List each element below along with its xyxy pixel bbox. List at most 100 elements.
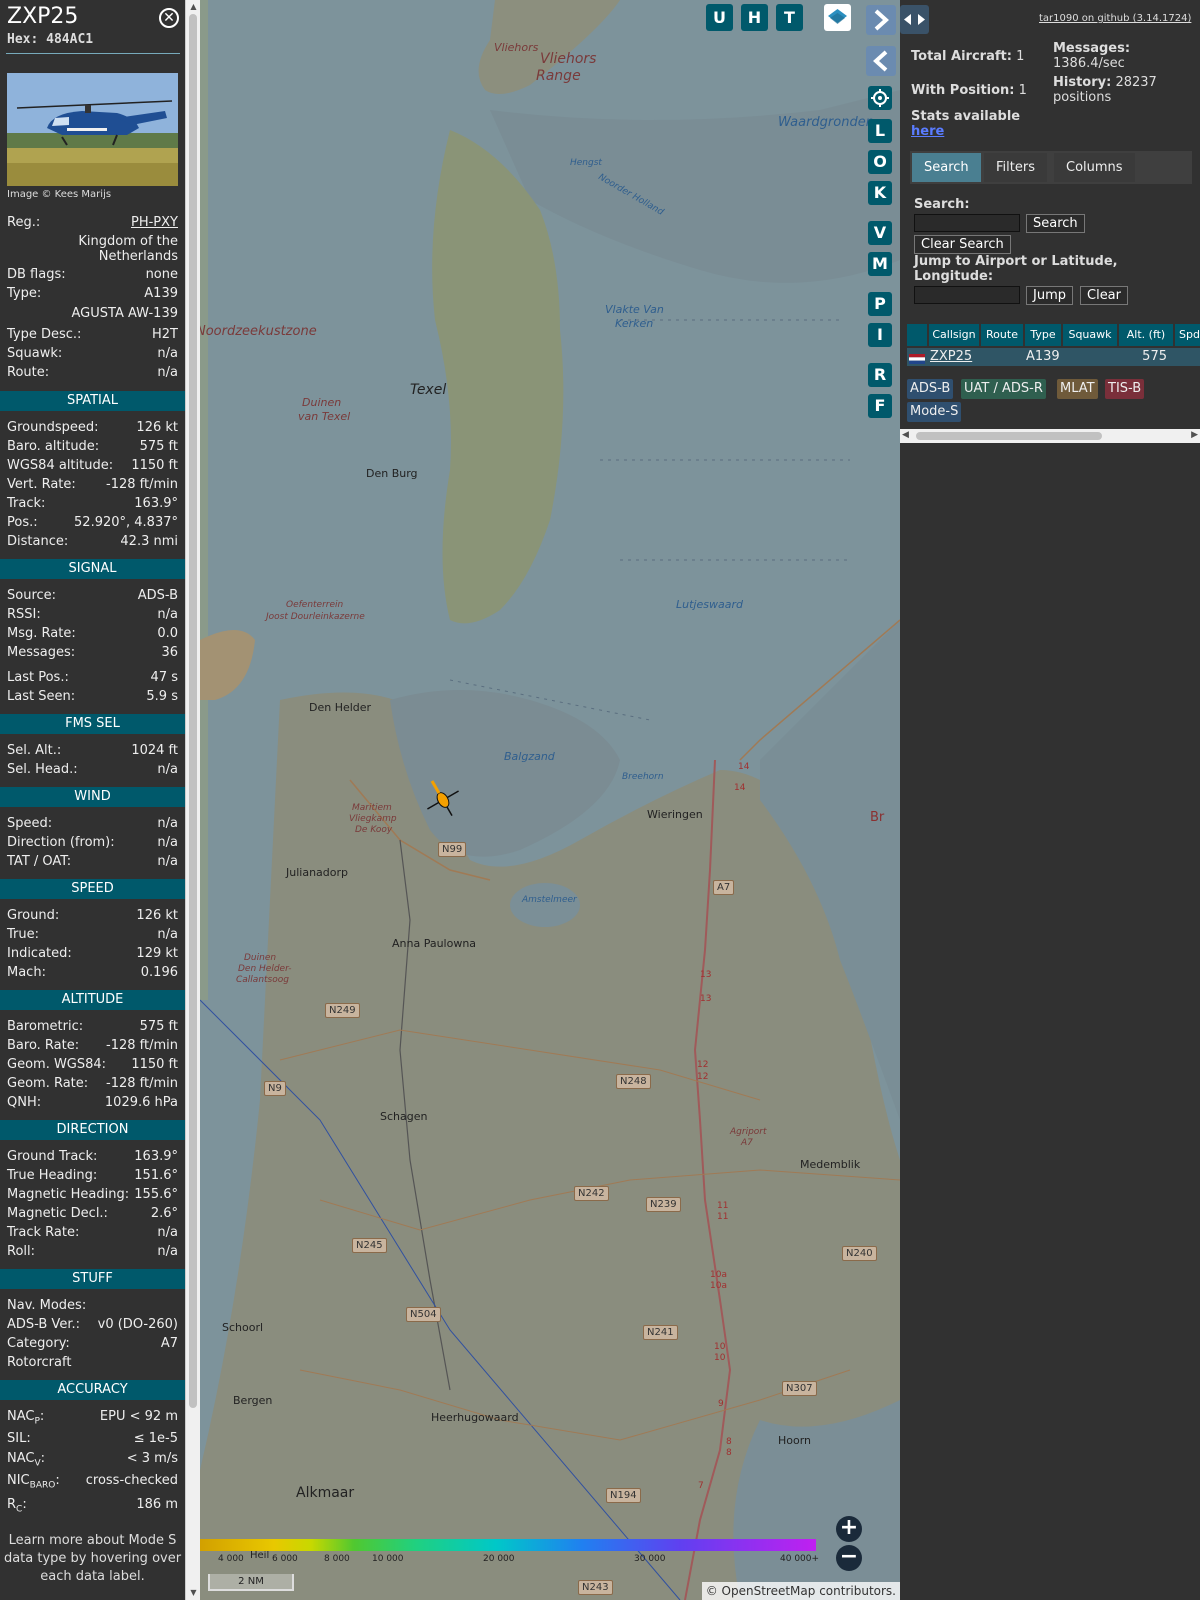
label-vliehors-range-1: Vliehors: [540, 51, 597, 67]
label-duinen-hd-1: Duinen: [244, 953, 277, 963]
map-btn-i[interactable]: I: [868, 323, 892, 347]
label-maritiem-1: Maritiem: [352, 803, 392, 813]
map-btn-t[interactable]: T: [776, 4, 803, 31]
col-callsign[interactable]: Callsign: [929, 324, 979, 346]
close-icon[interactable]: ✕: [159, 8, 179, 28]
ground-speed-label: Ground:: [7, 908, 60, 923]
true-heading-row: True Heading: 151.6°: [7, 1167, 178, 1185]
jump-button[interactable]: Jump: [1026, 286, 1073, 305]
stats-link[interactable]: here: [911, 124, 944, 139]
mach-label: Mach:: [7, 965, 46, 980]
label-medemblik: Medemblik: [800, 1158, 861, 1171]
map-btn-l[interactable]: L: [868, 119, 892, 143]
sidebar-scrollbar[interactable]: ▲ ▼: [185, 0, 200, 1600]
sil-label: SIL:: [7, 1431, 31, 1446]
nacv-row: NACV: < 3 m/s: [7, 1450, 178, 1469]
road-n241: N241: [643, 1325, 678, 1340]
chip-adsb[interactable]: ADS-B: [907, 379, 954, 399]
table-horizontal-scrollbar[interactable]: ◀ ▶: [900, 429, 1200, 443]
label-heil: Heil: [250, 1550, 270, 1561]
chip-uat[interactable]: UAT / ADS-R: [961, 379, 1046, 399]
label-heerhugowaard: Heerhugowaard: [431, 1411, 519, 1424]
category-row: Category: A7: [7, 1335, 178, 1353]
squawk-value: n/a: [157, 346, 178, 361]
mag-decl-row: Magnetic Decl.: 2.6°: [7, 1205, 178, 1223]
scroll-right-icon[interactable]: ▶: [1191, 430, 1198, 440]
scroll-left-icon[interactable]: ◀: [902, 430, 909, 440]
chevron-right-icon[interactable]: [866, 5, 896, 35]
label-lutjeswaard: Lutjeswaard: [676, 598, 743, 611]
table-row[interactable]: ZXP25 A139 575: [907, 348, 1200, 366]
label-duinen-hd-3: Callantsoog: [236, 975, 289, 985]
map-btn-v[interactable]: V: [868, 221, 892, 245]
col-flag[interactable]: [907, 324, 927, 346]
col-squawk[interactable]: Squawk: [1063, 324, 1117, 346]
label-wieringen: Wieringen: [647, 808, 703, 821]
row-callsign[interactable]: ZXP25: [930, 348, 972, 366]
col-type[interactable]: Type: [1025, 324, 1061, 346]
section-spatial: SPATIAL: [0, 391, 185, 411]
gear-icon[interactable]: [868, 86, 892, 110]
map-btn-r[interactable]: R: [868, 363, 892, 387]
attribution-prefix: ©: [705, 1584, 722, 1598]
attribution-link[interactable]: OpenStreetMap: [722, 1584, 816, 1598]
zoom-out-icon[interactable]: −: [836, 1545, 862, 1571]
geom-rate-label: Geom. Rate:: [7, 1076, 89, 1091]
section-signal: SIGNAL: [0, 559, 185, 579]
chip-modes[interactable]: Mode-S: [907, 402, 962, 422]
typedesc-value: H2T: [152, 327, 178, 342]
chip-mlat[interactable]: MLAT: [1057, 379, 1098, 399]
tab-filters[interactable]: Filters: [984, 153, 1047, 182]
map-btn-m[interactable]: M: [868, 252, 892, 276]
chevron-left-icon[interactable]: [866, 46, 896, 76]
map-btn-f[interactable]: F: [868, 394, 892, 418]
road-n504: N504: [406, 1307, 441, 1322]
sel-head-value: n/a: [157, 762, 178, 777]
stats-available: Stats available: [911, 109, 1021, 124]
layers-icon[interactable]: [824, 4, 851, 31]
col-route[interactable]: Route: [981, 324, 1023, 346]
nacv-label: NACV:: [7, 1451, 46, 1469]
aircraft-photo[interactable]: [7, 73, 178, 186]
map-btn-p[interactable]: P: [868, 292, 892, 316]
label-vlakte-2: Kerken: [615, 317, 654, 330]
table-scroll-thumb[interactable]: [916, 432, 1102, 440]
geom-label: Geom. WGS84:: [7, 1057, 107, 1072]
track-value: 163.9°: [134, 496, 178, 511]
road-n245: N245: [352, 1238, 387, 1253]
sidebar-scroll-thumb[interactable]: [189, 14, 197, 1408]
tab-columns[interactable]: Columns: [1054, 153, 1135, 182]
map-btn-u[interactable]: U: [706, 4, 733, 31]
github-link[interactable]: tar1090 on github (3.14.1724): [1039, 13, 1191, 24]
vert-rate-label: Vert. Rate:: [7, 477, 76, 492]
label-oefen-1: Oefenterrein: [286, 600, 344, 610]
indicated-speed-row: Indicated: 129 kt: [7, 945, 178, 963]
map-btn-o[interactable]: O: [868, 150, 892, 174]
zoom-in-icon[interactable]: +: [836, 1516, 862, 1542]
expand-arrows-icon[interactable]: [900, 5, 929, 34]
jump-input[interactable]: [914, 286, 1020, 304]
chip-tisb[interactable]: TIS-B: [1105, 379, 1145, 399]
col-alt[interactable]: Alt. (ft): [1119, 324, 1173, 346]
scroll-up-icon[interactable]: ▲: [189, 2, 198, 11]
row-alt: 575: [1142, 349, 1167, 364]
reg-link[interactable]: PH-PXY: [131, 214, 178, 232]
search-input[interactable]: [914, 214, 1020, 232]
hex-code: Hex: 484AC1: [7, 32, 93, 47]
road-a7: A7: [713, 880, 735, 895]
last-pos-label: Last Pos.:: [7, 670, 69, 685]
barometric-row: Barometric: 575 ft: [7, 1018, 178, 1036]
clear-button[interactable]: Clear: [1080, 286, 1128, 305]
total-aircraft-label: Total Aircraft:: [911, 49, 1012, 64]
rssi-label: RSSI:: [7, 607, 41, 622]
scroll-down-icon[interactable]: ▼: [189, 1588, 198, 1597]
clear-search-button[interactable]: Clear Search: [914, 235, 1011, 254]
tab-search[interactable]: Search: [912, 153, 981, 182]
map-btn-h[interactable]: H: [741, 4, 768, 31]
baro-rate-row: Baro. Rate: -128 ft/min: [7, 1037, 178, 1055]
search-button[interactable]: Search: [1026, 214, 1085, 233]
map-view[interactable]: Vliehors Vliehors Range Waardgronden Hen…: [200, 0, 900, 1600]
map-btn-k[interactable]: K: [868, 181, 892, 205]
baro-alt-value: 575 ft: [139, 439, 178, 454]
col-speed[interactable]: Spd.: [1175, 324, 1200, 346]
